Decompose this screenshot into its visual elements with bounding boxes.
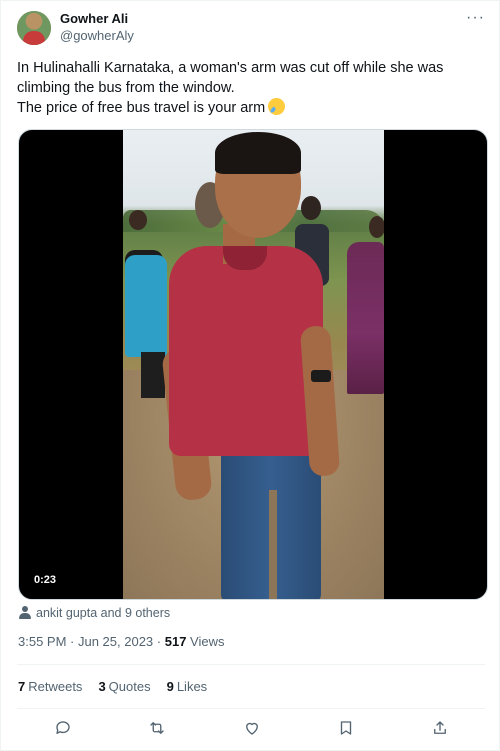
quotes-label: Quotes [108,679,151,694]
views-count: 517 [164,634,187,649]
like-icon[interactable] [242,718,262,738]
reply-icon[interactable] [53,718,73,738]
engagement-stats: 7 Retweets 3 Quotes 9 Likes [18,679,207,694]
video-duration: 0:23 [29,571,62,589]
video-frame [123,130,384,599]
tweet-body: In Hulinahalli Karnataka, a woman's arm … [17,60,444,116]
tweet-card: Gowher Ali @gowherAly ··· In Hulinahalli… [0,0,500,751]
meta-separator: · [153,634,165,649]
tagged-users-label: ankit gupta and 9 others [36,606,171,620]
views-label: Views [186,634,225,649]
retweets-label: Retweets [28,679,83,694]
quotes-count: 3 [98,679,106,694]
bookmark-icon[interactable] [336,718,356,738]
tweet-text: In Hulinahalli Karnataka, a woman's arm … [17,59,485,119]
quotes-stat[interactable]: 3 Quotes [98,679,150,694]
avatar[interactable] [17,11,51,45]
meta-separator: · [66,634,78,649]
video-player[interactable]: 0:23 [18,129,488,600]
author-name[interactable]: Gowher Ali [60,11,128,26]
likes-label: Likes [176,679,208,694]
share-icon[interactable] [430,718,450,738]
retweet-icon[interactable] [147,718,167,738]
author-handle[interactable]: @gowherAly [60,28,134,43]
person-icon [18,606,32,620]
crying-face-emoji-icon [268,98,286,115]
divider [17,664,485,665]
retweets-stat[interactable]: 7 Retweets [18,679,82,694]
tagged-users[interactable]: ankit gupta and 9 others [18,604,170,622]
more-horizontal-icon[interactable]: ··· [466,9,485,27]
likes-count: 9 [166,679,174,694]
tweet-date[interactable]: Jun 25, 2023 [78,634,153,649]
action-bar [1,713,500,743]
likes-stat[interactable]: 9 Likes [167,679,208,694]
tweet-meta: 3:55 PM · Jun 25, 2023 · 517 Views [18,634,225,649]
tweet-time[interactable]: 3:55 PM [18,634,66,649]
retweets-count: 7 [18,679,26,694]
divider [17,708,485,709]
